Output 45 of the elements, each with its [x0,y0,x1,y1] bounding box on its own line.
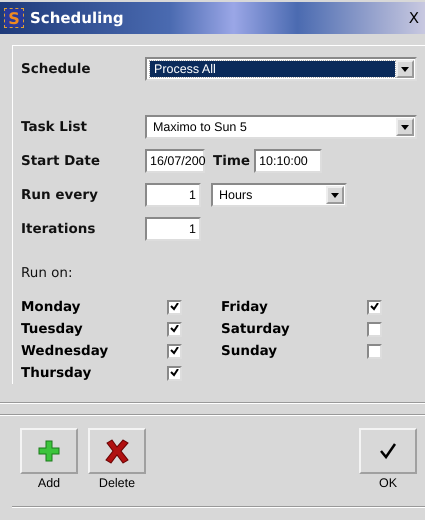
dropdown[interactable]: Hours [211,183,347,207]
checkbox[interactable] [167,322,182,336]
day-label: Saturday [221,321,291,337]
app-icon: S [4,8,24,28]
day-label: Monday [21,299,82,315]
delete-button[interactable] [88,428,146,474]
ok-button[interactable] [359,428,417,474]
checkmark-icon [170,347,179,355]
window-title: Scheduling [30,9,125,27]
cross-icon [104,438,130,464]
checkbox[interactable] [367,300,382,314]
number-field[interactable]: 1 [145,217,201,241]
checkbox[interactable] [167,366,182,380]
day-label: Wednesday [21,343,110,359]
field-label: Schedule [21,61,92,77]
checkbox[interactable] [167,300,182,314]
field-label: Task List [21,119,88,135]
field-label: Iterations [21,221,96,237]
checkmark-icon [170,303,179,311]
checkmark-icon [170,325,179,333]
day-label: Sunday [221,343,278,359]
day-label: Thursday [21,365,92,381]
time-field[interactable]: 10:10:00 [254,149,322,173]
section-label: Run on: [21,265,74,281]
day-label: Tuesday [21,321,84,337]
add-button[interactable] [20,428,78,474]
field-label: Run every [21,187,99,203]
button-caption: OK [378,476,398,490]
dropdown[interactable]: Process All [145,57,417,81]
button-caption: Delete [98,476,136,490]
checkbox[interactable] [367,322,382,336]
plus-icon [37,439,61,463]
field-label: Time [213,153,250,169]
checkmark-icon [379,442,397,460]
checkbox[interactable] [367,344,382,358]
day-label: Friday [221,299,269,315]
date-field[interactable]: 16/07/200 [145,149,205,173]
button-caption: Add [38,476,60,490]
dropdown[interactable]: Maximo to Sun 5 [145,115,417,139]
checkmark-icon [370,303,379,311]
checkmark-icon [170,369,179,377]
number-field[interactable]: 1 [145,183,201,207]
checkbox[interactable] [167,344,182,358]
close-button[interactable]: X [406,9,421,27]
field-label: Start Date [21,153,102,169]
